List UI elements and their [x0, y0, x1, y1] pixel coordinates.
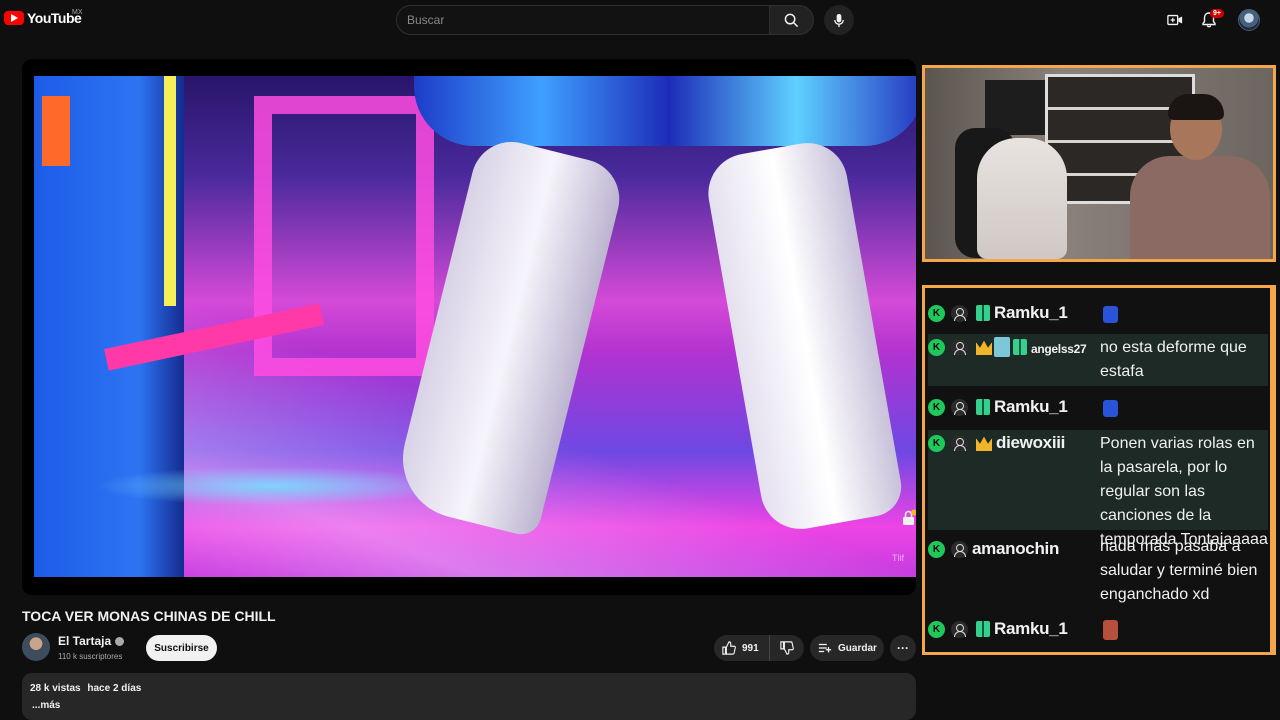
user-icon	[951, 305, 968, 322]
user-icon	[951, 435, 968, 452]
gift-badge-icon	[1013, 339, 1027, 355]
like-dislike-group: 991	[714, 635, 804, 661]
search-input[interactable]	[396, 5, 770, 35]
chat-message: K diewoxiii Ponen varias rolas en la pas…	[928, 430, 1268, 548]
video-create-icon	[1167, 14, 1183, 26]
channel-name: El Tartaja	[58, 634, 112, 648]
chat-message: K Ramku_1	[928, 300, 1268, 330]
kick-badge-icon: K	[928, 305, 945, 322]
thumbs-down-icon	[780, 641, 794, 655]
dislike-button[interactable]	[770, 635, 804, 661]
save-button[interactable]: Guardar	[810, 635, 884, 661]
chat-text: no esta deforme que estafa	[1100, 339, 1247, 380]
chat-username: Ramku_1	[994, 397, 1068, 416]
broadcaster-watermark: Tlif	[892, 553, 904, 563]
upload-date: hace 2 días	[87, 683, 142, 694]
youtube-logo[interactable]: YouTube MX	[4, 9, 83, 26]
kick-badge-icon: K	[928, 339, 945, 356]
subscriber-badge-icon	[994, 337, 1010, 357]
like-button[interactable]: 991	[714, 635, 770, 661]
video-title: TOCA VER MONAS CHINAS DE CHILL	[22, 608, 276, 624]
chat-username: diewoxiii	[996, 433, 1066, 452]
sequin-skirt	[414, 76, 916, 146]
save-label: Guardar	[838, 642, 877, 654]
video-frame-image: Tlif	[34, 76, 916, 577]
youtube-play-icon	[4, 11, 24, 25]
voice-search-button[interactable]	[824, 5, 854, 35]
verified-check-icon	[115, 636, 125, 646]
chat-text: Ponen varias rolas en la pasarela, por l…	[1100, 435, 1268, 548]
blue-emote-icon	[1103, 306, 1118, 323]
top-bar: YouTube MX 9+	[0, 0, 1280, 40]
subscribe-button[interactable]: Suscribirse	[146, 635, 217, 661]
subscriber-count: 110 k suscriptores	[58, 652, 123, 661]
stage-light	[42, 96, 70, 166]
chat-username: Ramku_1	[994, 619, 1068, 638]
red-emote-icon	[1103, 620, 1118, 640]
thumbs-up-icon	[722, 641, 736, 655]
lock-icon	[903, 509, 916, 525]
gift-badge-icon	[976, 305, 990, 321]
channel-name-link[interactable]: El Tartaja	[58, 634, 125, 648]
chat-message: K amanochin nada más pasaba a saludar y …	[928, 536, 1268, 610]
kick-badge-icon: K	[928, 541, 945, 558]
like-count: 991	[742, 642, 759, 654]
chat-message: K angelss27 no esta deforme que estafa	[928, 334, 1268, 386]
webcam-overlay	[922, 65, 1276, 262]
video-player[interactable]: Tlif	[22, 59, 916, 595]
chat-username: amanochin	[972, 539, 1060, 558]
kick-badge-icon: K	[928, 399, 945, 416]
white-boot-right	[702, 136, 906, 536]
create-button[interactable]	[1165, 10, 1185, 30]
account-avatar[interactable]	[1238, 9, 1260, 31]
kick-badge-icon: K	[928, 435, 945, 452]
search-icon	[784, 13, 799, 27]
chat-username: angelss27	[1031, 342, 1087, 356]
crown-badge-icon	[976, 340, 992, 355]
notification-badge: 9+	[1210, 9, 1224, 18]
microphone-icon	[834, 13, 844, 27]
chat-text: nada más pasaba a saludar y terminé bien…	[1100, 538, 1258, 603]
webcam-person-left	[977, 138, 1067, 259]
kick-badge-icon: K	[928, 621, 945, 638]
user-icon	[951, 399, 968, 416]
blue-emote-icon	[1103, 400, 1118, 417]
description-box[interactable]: 28 k vistas hace 2 días ...más	[22, 673, 916, 720]
user-icon	[951, 621, 968, 638]
chat-message: K Ramku_1	[928, 394, 1268, 424]
user-icon	[951, 339, 968, 356]
channel-avatar[interactable]	[22, 633, 50, 661]
view-count: 28 k vistas	[30, 683, 81, 694]
more-actions-button[interactable]: ···	[890, 635, 916, 661]
person-body	[1130, 156, 1270, 259]
stage-stripe	[164, 76, 176, 306]
search-button[interactable]	[770, 5, 814, 35]
chat-message: K Ramku_1	[928, 616, 1268, 646]
show-more-link[interactable]: ...más	[30, 700, 908, 711]
gift-badge-icon	[976, 621, 990, 637]
chat-username: Ramku_1	[994, 303, 1068, 322]
person-hair	[1168, 94, 1224, 120]
gift-badge-icon	[976, 399, 990, 415]
country-code: MX	[72, 9, 83, 16]
webcam-person-right	[1130, 94, 1270, 259]
chat-overlay: K Ramku_1 K angelss27 no esta deforme qu…	[922, 285, 1276, 655]
search-bar	[396, 5, 814, 35]
floor-light	[94, 466, 454, 506]
video-meta: 28 k vistas hace 2 días	[30, 683, 908, 694]
crown-badge-icon	[976, 436, 992, 451]
playlist-add-icon	[818, 643, 832, 653]
user-icon	[951, 541, 968, 558]
